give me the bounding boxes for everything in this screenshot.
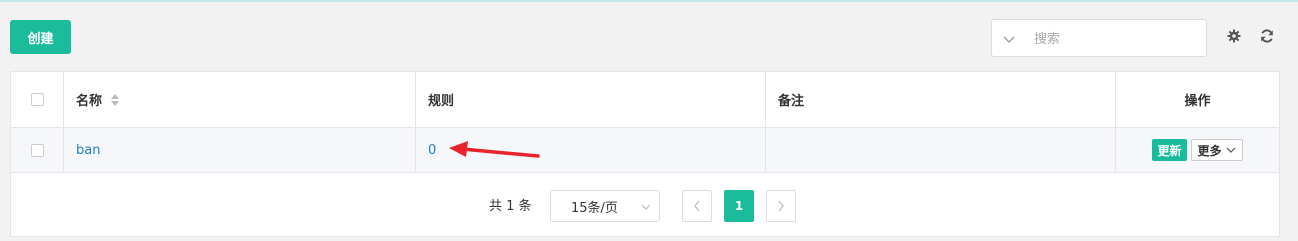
create-button[interactable]: 创建 xyxy=(10,20,71,54)
more-dropdown-button[interactable]: 更多 xyxy=(1190,139,1243,161)
page-size-value: 15条/页 xyxy=(571,200,618,216)
table-row: ban 0 更新 更多 xyxy=(11,128,1279,173)
select-all-checkbox[interactable] xyxy=(30,93,44,106)
row-actions-cell: 更新 更多 xyxy=(1116,128,1279,172)
prev-page-button[interactable] xyxy=(682,190,712,222)
column-header-actions-label: 操作 xyxy=(1184,94,1211,109)
gear-icon[interactable] xyxy=(1226,28,1242,44)
refresh-icon[interactable] xyxy=(1259,28,1275,44)
row-checkbox-cell xyxy=(11,128,64,172)
row-rule-link[interactable]: 0 xyxy=(428,143,436,158)
row-note-cell xyxy=(766,128,1116,172)
page-size-select[interactable]: 15条/页 xyxy=(550,190,660,222)
update-button[interactable]: 更新 xyxy=(1152,139,1187,161)
column-header-actions: 操作 xyxy=(1116,72,1279,127)
row-name-cell: ban xyxy=(64,128,416,172)
row-checkbox[interactable] xyxy=(30,143,44,157)
chevron-down-icon xyxy=(641,204,651,210)
column-header-rule: 规则 xyxy=(416,72,766,127)
chevron-left-icon xyxy=(694,200,700,212)
column-header-note: 备注 xyxy=(766,72,1116,127)
more-dropdown-label: 更多 xyxy=(1197,143,1222,158)
chevron-down-icon[interactable] xyxy=(1002,32,1016,46)
arrow-annotation-icon xyxy=(449,141,540,158)
next-page-button[interactable] xyxy=(766,190,796,222)
column-header-name-label: 名称 xyxy=(76,94,103,109)
search-box[interactable] xyxy=(991,19,1207,57)
column-header-rule-label: 规则 xyxy=(428,94,455,109)
header-checkbox-cell xyxy=(11,72,64,127)
chevron-right-icon xyxy=(778,200,784,212)
column-header-name[interactable]: 名称 xyxy=(64,72,416,127)
pagination: 共 1 条 15条/页 1 xyxy=(11,173,1279,237)
sort-icon[interactable] xyxy=(110,93,120,107)
search-input[interactable] xyxy=(1032,28,1196,50)
table-header-row: 名称 规则 备注 操作 xyxy=(11,72,1279,128)
row-name-link[interactable]: ban xyxy=(76,143,100,158)
page-button-current[interactable]: 1 xyxy=(724,190,754,222)
total-count: 共 1 条 xyxy=(489,199,532,214)
top-accent-line xyxy=(0,0,1298,2)
column-header-note-label: 备注 xyxy=(778,94,805,109)
data-table: 名称 规则 备注 操作 ban 0 更新 更多 共 1 条 15条/页 1 xyxy=(10,71,1280,237)
chevron-down-icon xyxy=(1226,147,1235,153)
